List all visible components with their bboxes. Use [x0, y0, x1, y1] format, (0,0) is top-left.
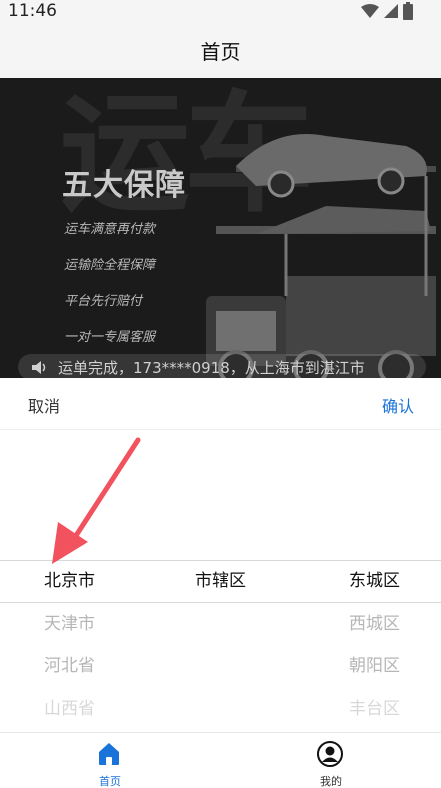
- bottom-tab-bar: 首页 我的: [0, 732, 441, 788]
- tab-home-label: 首页: [99, 775, 121, 788]
- profile-icon: [317, 741, 343, 767]
- banner-line: 运输险全程保障: [64, 258, 156, 273]
- cancel-button[interactable]: 取消: [28, 393, 60, 417]
- title-bar: 首页: [0, 24, 441, 78]
- province-option[interactable]: 河北省: [44, 645, 95, 688]
- notice-text: 运单完成，173****0918，从上海市到湛江市: [58, 359, 365, 377]
- district-column[interactable]: 东城区 西城区 朝阳区 丰台区: [349, 560, 400, 730]
- district-option[interactable]: 朝阳区: [349, 645, 400, 688]
- red-arrow-annotation: [52, 437, 141, 564]
- banner-line: 运车满意再付款: [64, 222, 156, 237]
- district-option[interactable]: 丰台区: [349, 688, 400, 731]
- battery-icon: [403, 2, 413, 20]
- province-option[interactable]: 山西省: [44, 688, 95, 731]
- promo-banner[interactable]: 运车 五大保障 运车满意再付款 运输险全程保障 平台先行赔付 一对一专属客服 运…: [0, 78, 441, 378]
- status-icons: [361, 2, 413, 20]
- district-option[interactable]: 东城区: [349, 560, 400, 603]
- confirm-button[interactable]: 确认: [382, 393, 414, 417]
- signal-icon: [384, 4, 398, 18]
- notice-ticker[interactable]: 运单完成，173****0918，从上海市到湛江市: [18, 354, 426, 378]
- wifi-icon: [361, 4, 379, 18]
- tab-home[interactable]: 首页: [0, 733, 220, 788]
- car-carrier-truck-image: [206, 134, 436, 378]
- banner-headline: 五大保障: [62, 168, 186, 203]
- status-bar: 11:46: [0, 0, 441, 24]
- status-time: 11:46: [8, 1, 57, 21]
- speaker-icon: [32, 361, 46, 374]
- banner-line: 一对一专属客服: [64, 330, 156, 345]
- district-option[interactable]: 西城区: [349, 603, 400, 646]
- province-option[interactable]: 天津市: [44, 603, 95, 646]
- picker-toolbar: 取消 确认: [0, 378, 441, 430]
- tab-mine[interactable]: 我的: [221, 733, 441, 788]
- home-icon: [99, 743, 119, 765]
- banner-line: 平台先行赔付: [64, 294, 143, 309]
- page-title: 首页: [200, 40, 241, 64]
- tab-mine-label: 我的: [320, 775, 342, 788]
